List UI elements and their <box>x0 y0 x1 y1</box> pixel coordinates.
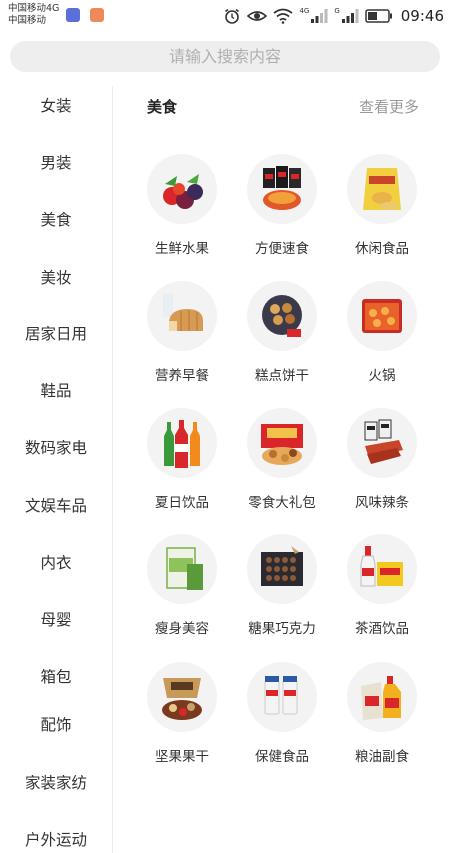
category-label: 零食大礼包 <box>248 495 316 511</box>
clock-time: 09:46 <box>400 7 444 25</box>
sidebar-item-womens-clothing[interactable]: 女装 <box>0 94 112 116</box>
sidebar-item-beauty[interactable]: 美妆 <box>0 266 112 288</box>
category-summer-drinks[interactable]: 夏日饮品 <box>132 408 232 528</box>
sidebar-item-outdoor-sports[interactable]: 户外运动 <box>0 828 112 850</box>
sidebar-item-accessories[interactable]: 配饰 <box>0 713 112 735</box>
category-content: 美食 查看更多 生鲜水果 方便速食 休闲食品 营养早餐 糕点饼干 火锅 夏日饮品… <box>114 86 450 853</box>
category-label: 火锅 <box>368 368 396 384</box>
network-type-4g: 4G <box>299 7 310 15</box>
carrier-info: 中国移动4G 中国移动 <box>8 3 59 27</box>
notification-app-icon <box>66 8 80 22</box>
fruit-icon <box>147 154 217 224</box>
sidebar-item-food[interactable]: 美食 <box>0 208 112 230</box>
category-pastry-biscuits[interactable]: 糕点饼干 <box>232 281 332 401</box>
sidebar-item-mens-clothing[interactable]: 男装 <box>0 151 112 173</box>
network-type-g: G <box>334 7 340 15</box>
cookies-icon <box>247 281 317 351</box>
alarm-icon <box>225 8 240 24</box>
sidebar-item-baby[interactable]: 母婴 <box>0 608 112 630</box>
category-label: 瘦身美容 <box>155 621 209 637</box>
battery-icon <box>365 9 392 23</box>
sidebar-item-bags[interactable]: 箱包 <box>0 665 112 687</box>
hotpot-icon <box>347 281 417 351</box>
category-spicy-strips[interactable]: 风味辣条 <box>332 408 432 528</box>
status-bar: 中国移动4G 中国移动 4G G 09:46 <box>0 0 450 32</box>
nuts-icon <box>147 662 217 732</box>
tea-liquor-icon <box>347 534 417 604</box>
category-fresh-fruit[interactable]: 生鲜水果 <box>132 154 232 274</box>
carrier-line-1: 中国移动4G <box>8 3 60 14</box>
search-bar[interactable] <box>10 41 440 72</box>
category-slimming-beauty[interactable]: 瘦身美容 <box>132 534 232 654</box>
sidebar-item-home-textiles[interactable]: 家装家纺 <box>0 771 112 793</box>
sidebar-item-shoes[interactable]: 鞋品 <box>0 379 112 401</box>
category-label: 风味辣条 <box>355 495 409 511</box>
category-snack-gift-pack[interactable]: 零食大礼包 <box>232 408 332 528</box>
category-health-food[interactable]: 保健食品 <box>232 662 332 782</box>
category-label: 夏日饮品 <box>155 495 209 511</box>
sidebar-item-electronics[interactable]: 数码家电 <box>0 436 112 458</box>
instant-food-icon <box>247 154 317 224</box>
notification-app-icon-2 <box>90 8 104 22</box>
spicy-strips-icon <box>347 408 417 478</box>
category-label: 糖果巧克力 <box>248 621 316 637</box>
category-casual-snacks[interactable]: 休闲食品 <box>332 154 432 274</box>
category-label: 休闲食品 <box>355 241 409 257</box>
wifi-icon <box>273 8 293 24</box>
category-label: 茶酒饮品 <box>355 621 409 637</box>
category-label: 保健食品 <box>255 749 309 765</box>
category-label: 生鲜水果 <box>155 241 209 257</box>
category-label: 坚果果干 <box>155 749 209 765</box>
category-label: 营养早餐 <box>155 368 209 384</box>
category-label: 粮油副食 <box>355 749 409 765</box>
bread-milk-icon <box>147 281 217 351</box>
category-breakfast[interactable]: 营养早餐 <box>132 281 232 401</box>
rice-oil-icon <box>347 662 417 732</box>
sidebar-item-entertainment-auto[interactable]: 文娱车品 <box>0 494 112 516</box>
snack-bag-icon <box>347 154 417 224</box>
view-more-link[interactable]: 查看更多 <box>359 96 419 117</box>
signal-icon <box>311 9 328 23</box>
category-candy-chocolate[interactable]: 糖果巧克力 <box>232 534 332 654</box>
search-input[interactable] <box>10 47 440 66</box>
soda-bottles-icon <box>147 408 217 478</box>
chocolate-box-icon <box>247 534 317 604</box>
category-hotpot[interactable]: 火锅 <box>332 281 432 401</box>
signal-icon-2 <box>341 9 359 23</box>
category-nuts-dried-fruit[interactable]: 坚果果干 <box>132 662 232 782</box>
category-label: 方便速食 <box>255 241 309 257</box>
category-tea-liquor[interactable]: 茶酒饮品 <box>332 534 432 654</box>
sidebar-item-underwear[interactable]: 内衣 <box>0 551 112 573</box>
category-grain-oil[interactable]: 粮油副食 <box>332 662 432 782</box>
carrier-line-2: 中国移动 <box>8 15 47 26</box>
status-icons: 4G G 09:46 <box>223 6 444 26</box>
gift-pack-icon <box>247 408 317 478</box>
slimming-box-icon <box>147 534 217 604</box>
category-instant-food[interactable]: 方便速食 <box>232 154 332 274</box>
eye-icon <box>247 11 268 21</box>
category-label: 糕点饼干 <box>255 368 309 384</box>
section-title: 美食 <box>147 98 178 116</box>
category-sidebar: 女装 男装 美食 美妆 居家日用 鞋品 数码家电 文娱车品 内衣 母婴 箱包 配… <box>0 86 113 853</box>
sidebar-item-household[interactable]: 居家日用 <box>0 322 112 344</box>
supplement-bottles-icon <box>247 662 317 732</box>
